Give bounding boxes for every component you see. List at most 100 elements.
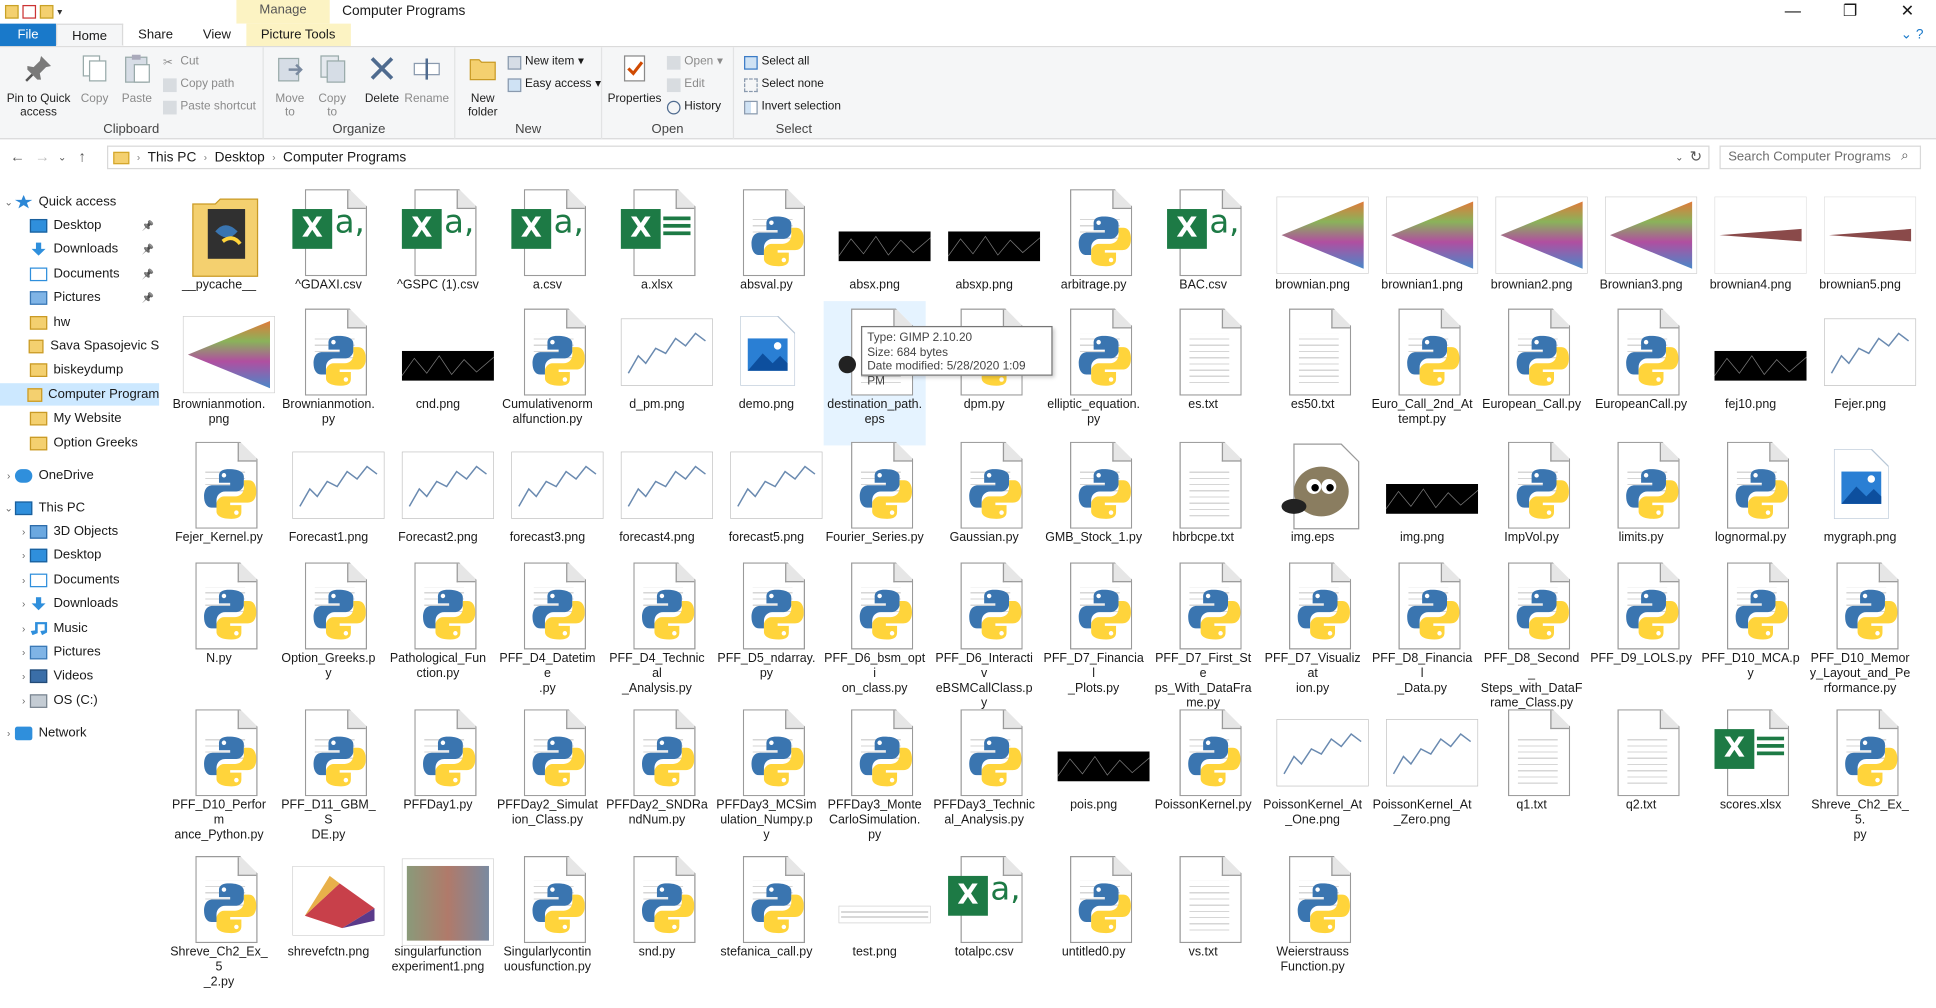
nav-item-sava-spasojevic-s[interactable]: Sava Spasojevic S bbox=[0, 335, 159, 357]
chevron-down-icon[interactable]: ⌄ bbox=[2, 196, 14, 207]
file-item[interactable]: q1.txt bbox=[1481, 702, 1583, 846]
tab-home[interactable]: Home bbox=[55, 23, 124, 47]
file-item[interactable]: PFFDay2_SNDRa ndNum.py bbox=[606, 702, 708, 846]
nav-item-pictures[interactable]: Pictures 📌 bbox=[0, 286, 159, 308]
breadcrumb[interactable]: › This PC › Desktop › Computer Programs … bbox=[107, 145, 1710, 170]
file-item[interactable]: elliptic_equation. py bbox=[1043, 301, 1145, 445]
file-item[interactable]: PFFDay3_Monte CarloSimulation. py bbox=[824, 702, 926, 846]
file-item[interactable]: Xa, totalpc.csv bbox=[933, 849, 1035, 993]
pin-to-quick-access-button[interactable]: Pin to Quick access bbox=[4, 52, 74, 119]
chevron-right-icon[interactable]: › bbox=[17, 574, 29, 585]
file-item[interactable]: stefanica_call.py bbox=[715, 849, 817, 993]
properties-icon[interactable] bbox=[22, 4, 37, 19]
move-to-button[interactable]: Move to bbox=[271, 52, 308, 119]
file-item[interactable]: PFF_D11_GBM_S DE.py bbox=[277, 702, 379, 846]
edit-button[interactable]: Edit bbox=[666, 77, 705, 92]
chevron-right-icon[interactable]: › bbox=[2, 470, 14, 481]
pin-icon[interactable]: 📌 bbox=[142, 220, 154, 231]
recent-locations-chevron-icon[interactable]: ⌄ bbox=[55, 151, 70, 162]
file-item[interactable]: PFF_D10_MCA.py bbox=[1700, 555, 1802, 699]
file-item[interactable]: PFF_D8_Financial _Data.py bbox=[1371, 555, 1473, 699]
minimize-button[interactable]: — bbox=[1764, 0, 1821, 24]
new-folder-icon[interactable] bbox=[39, 4, 54, 19]
file-item[interactable]: demo.png bbox=[715, 301, 817, 445]
file-item[interactable]: PFF_D10_Memor y_Layout_and_Pe rformance.py bbox=[1809, 555, 1911, 699]
nav-item-os-c[interactable]: › OS (C:) bbox=[0, 689, 159, 711]
file-item[interactable]: Shreve_Ch2_Ex_5. py bbox=[1809, 702, 1911, 846]
file-item[interactable]: Option_Greeks.p y bbox=[277, 555, 379, 699]
file-item[interactable]: snd.py bbox=[606, 849, 708, 993]
paste-shortcut-button[interactable]: Paste shortcut bbox=[162, 100, 256, 115]
properties-button[interactable]: Properties bbox=[607, 52, 662, 106]
file-item[interactable]: PFF_D4_Datetime .py bbox=[496, 555, 598, 699]
chevron-right-icon[interactable]: › bbox=[17, 526, 29, 537]
copy-button[interactable]: Copy bbox=[77, 52, 112, 106]
file-item[interactable]: cnd.png bbox=[387, 301, 494, 445]
paste-button[interactable]: Paste bbox=[118, 52, 155, 106]
nav-item-videos[interactable]: › Videos bbox=[0, 664, 159, 686]
file-item[interactable]: PFF_D7_First_Ste ps_With_DataFra me.py bbox=[1152, 555, 1254, 710]
file-item[interactable]: pois.png bbox=[1043, 702, 1150, 846]
chevron-right-icon[interactable]: › bbox=[17, 670, 29, 681]
file-item[interactable]: PFF_D4_Technical _Analysis.py bbox=[606, 555, 708, 699]
chevron-right-icon[interactable]: › bbox=[204, 152, 207, 163]
nav-item-desktop[interactable]: › Desktop bbox=[0, 544, 159, 566]
tab-file[interactable]: File bbox=[0, 23, 56, 47]
delete-button[interactable]: Delete bbox=[361, 52, 403, 106]
file-item[interactable]: untitled0.py bbox=[1043, 849, 1145, 993]
file-item[interactable]: PFF_D5_ndarray. py bbox=[715, 555, 817, 699]
file-item[interactable]: Brownianmotion. py bbox=[277, 301, 379, 445]
tab-view[interactable]: View bbox=[188, 24, 246, 46]
file-item[interactable]: PFF_D6_bsm_opti on_class.py bbox=[824, 555, 926, 699]
file-item[interactable]: q2.txt bbox=[1590, 702, 1692, 846]
cut-button[interactable]: ✂ Cut bbox=[163, 55, 199, 70]
rename-button[interactable]: Rename bbox=[404, 52, 449, 106]
select-none-button[interactable]: Select none bbox=[744, 77, 824, 92]
address-dropdown-icon[interactable]: ⌄ bbox=[1675, 152, 1683, 163]
up-arrow-icon[interactable]: ↑ bbox=[70, 148, 95, 165]
file-item[interactable]: PFFDay3_Technic al_Analysis.py bbox=[933, 702, 1035, 846]
nav-item-documents[interactable]: › Documents bbox=[0, 569, 159, 591]
new-item-button[interactable]: New item ▾ bbox=[507, 55, 584, 70]
copy-to-button[interactable]: Copy to bbox=[314, 52, 351, 119]
context-tab-manage[interactable]: Manage bbox=[236, 0, 330, 24]
file-item[interactable]: PFF_D9_LOLS.py bbox=[1590, 555, 1692, 699]
file-item[interactable]: Cumulativenorm alfunction.py bbox=[496, 301, 598, 445]
file-item[interactable]: PoissonKernel_At _Zero.png bbox=[1371, 702, 1479, 846]
new-folder-button[interactable]: New folder bbox=[463, 52, 503, 119]
file-item[interactable]: PoissonKernel.py bbox=[1152, 702, 1254, 846]
file-item[interactable]: Shreve_Ch2_Ex_5 _2.py bbox=[168, 849, 270, 993]
chevron-right-icon[interactable]: › bbox=[17, 549, 29, 560]
file-item[interactable]: fej10.png bbox=[1700, 301, 1807, 445]
history-button[interactable]: History bbox=[666, 100, 721, 115]
nav-item-this-pc[interactable]: ⌄ This PC bbox=[0, 496, 159, 518]
nav-item-computer-program[interactable]: Computer Program bbox=[0, 383, 160, 406]
chevron-right-icon[interactable]: › bbox=[2, 727, 14, 738]
file-item[interactable]: PFFDay1.py bbox=[387, 702, 489, 846]
file-item[interactable]: PFF_D10_Perform ance_Python.py bbox=[168, 702, 270, 846]
refresh-icon[interactable]: ↻ bbox=[1690, 148, 1703, 165]
nav-item-pictures[interactable]: › Pictures bbox=[0, 641, 159, 663]
file-item[interactable]: European_Call.py bbox=[1481, 301, 1583, 445]
easy-access-button[interactable]: Easy access ▾ bbox=[507, 77, 601, 92]
file-item[interactable]: PFF_D6_Interactiv eBSMCallClass.p y bbox=[933, 555, 1035, 710]
chevron-right-icon[interactable]: › bbox=[17, 646, 29, 657]
file-item[interactable]: shrevefctn.png bbox=[277, 849, 385, 993]
file-item[interactable]: PFFDay3_MCSim ulation_Numpy.p y bbox=[715, 702, 817, 846]
file-item[interactable]: singularfunction experiment1.png bbox=[387, 849, 494, 993]
nav-item-onedrive[interactable]: › OneDrive bbox=[0, 464, 159, 486]
breadcrumb-this-pc[interactable]: This PC bbox=[148, 150, 197, 165]
help-icon[interactable]: ⌄ ? bbox=[1901, 24, 1936, 46]
file-item[interactable]: vs.txt bbox=[1152, 849, 1254, 993]
search-input[interactable]: Search Computer Programs bbox=[1719, 145, 1922, 170]
file-item[interactable]: PFF_D8_Second_ Steps_with_DataF rame_Class… bbox=[1481, 555, 1583, 710]
pin-icon[interactable]: 📌 bbox=[142, 292, 154, 303]
tab-share[interactable]: Share bbox=[123, 24, 188, 46]
invert-selection-button[interactable]: Invert selection bbox=[744, 100, 841, 115]
file-item[interactable]: es.txt bbox=[1152, 301, 1254, 445]
file-item[interactable]: Xscores.xlsx bbox=[1700, 702, 1802, 846]
file-item[interactable]: EuropeanCall.py bbox=[1590, 301, 1692, 445]
nav-item-documents[interactable]: Documents 📌 bbox=[0, 263, 159, 285]
pin-icon[interactable]: 📌 bbox=[142, 243, 154, 254]
nav-item-option-greeks[interactable]: Option Greeks bbox=[0, 432, 159, 454]
